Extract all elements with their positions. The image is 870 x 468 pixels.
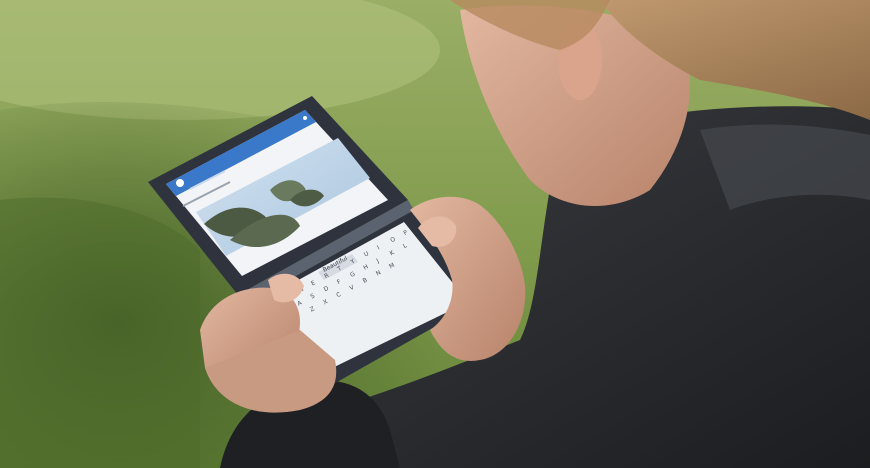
avatar-icon xyxy=(176,179,184,187)
photo-scene: Beautiful QWERTYUIOPASDFGHJKLZXCVBNM xyxy=(0,0,870,468)
grass-shadow-lower xyxy=(0,197,200,468)
scene-svg: Beautiful QWERTYUIOPASDFGHJKLZXCVBNM xyxy=(0,0,870,468)
menu-icon xyxy=(303,116,307,120)
